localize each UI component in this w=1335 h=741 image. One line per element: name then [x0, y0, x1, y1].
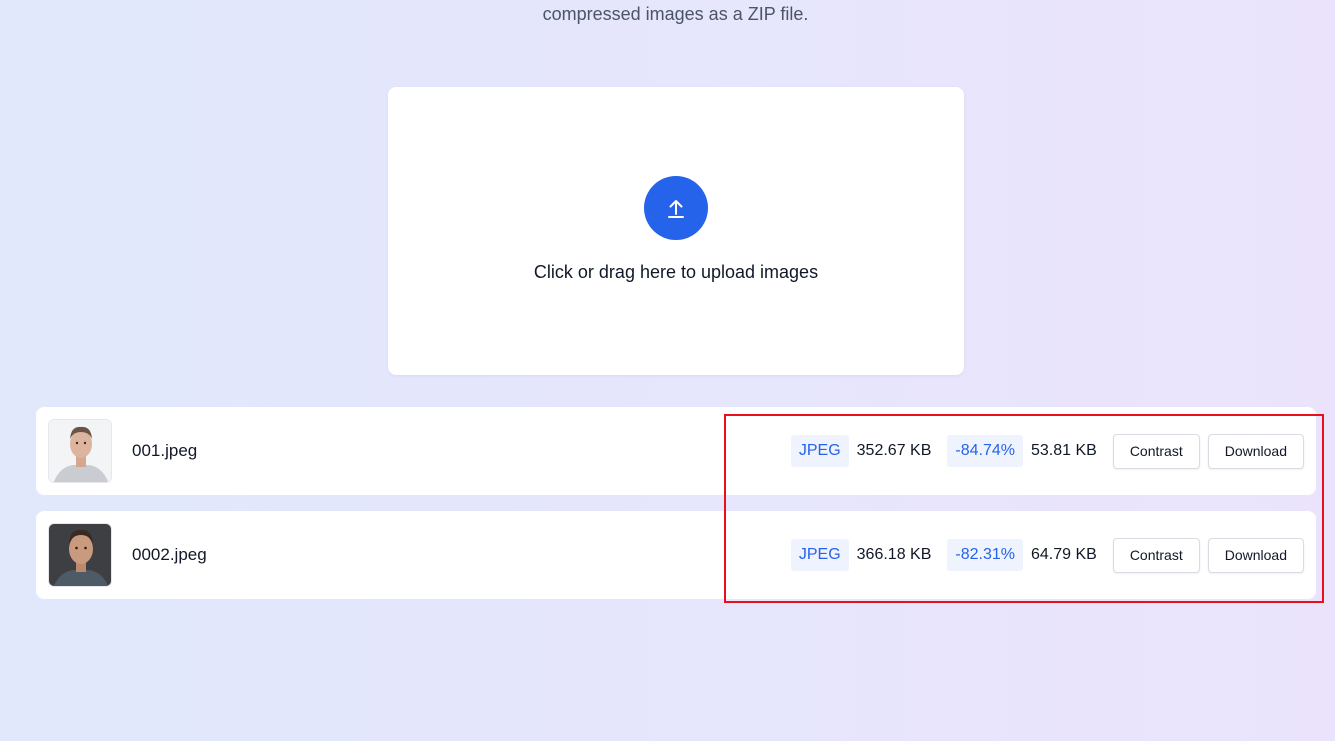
file-thumbnail — [48, 523, 112, 587]
compression-ratio-badge: -84.74% — [947, 435, 1023, 467]
download-button[interactable]: Download — [1207, 433, 1304, 469]
download-button[interactable]: Download — [1207, 537, 1304, 573]
file-row: 0002.jpeg JPEG 366.18 KB -82.31% 64.79 K… — [36, 511, 1316, 599]
upload-instruction: Click or drag here to upload images — [533, 262, 819, 282]
page-subtitle: compressed images as a ZIP file. — [542, 4, 809, 24]
file-name: 0002.jpeg — [132, 545, 207, 564]
original-size: 366.18 KB — [856, 546, 932, 563]
file-name: 001.jpeg — [132, 441, 198, 460]
contrast-button[interactable]: Contrast — [1112, 537, 1200, 573]
compressed-size: 53.81 KB — [1030, 442, 1097, 459]
upload-dropzone[interactable]: Click or drag here to upload images — [388, 87, 964, 375]
upload-arrow-icon — [668, 200, 684, 218]
upload-button-circle[interactable] — [644, 176, 708, 240]
original-size: 352.67 KB — [856, 442, 932, 459]
file-thumbnail — [48, 419, 112, 483]
compressed-size: 64.79 KB — [1030, 546, 1097, 563]
file-stats: JPEG 352.67 KB -84.74% 53.81 KB Contrast… — [790, 407, 1304, 495]
file-stats: JPEG 366.18 KB -82.31% 64.79 KB Contrast… — [790, 511, 1304, 599]
contrast-button[interactable]: Contrast — [1112, 433, 1200, 469]
format-badge: JPEG — [790, 435, 849, 467]
format-badge: JPEG — [790, 539, 849, 571]
file-row: 001.jpeg JPEG 352.67 KB -84.74% 53.81 KB… — [36, 407, 1316, 495]
compression-ratio-badge: -82.31% — [947, 539, 1023, 571]
